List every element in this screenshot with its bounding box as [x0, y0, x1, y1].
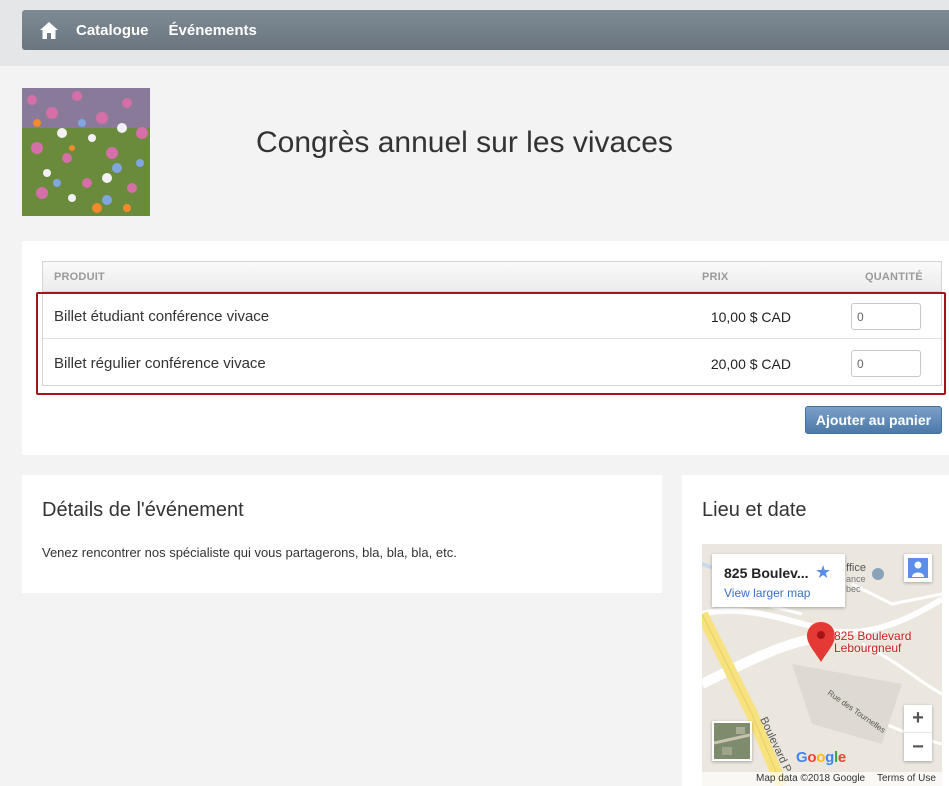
map-data-credit: Map data ©2018 Google — [756, 773, 866, 784]
event-details-panel: Détails de l'événement Venez rencontrer … — [22, 475, 662, 593]
product-price: 20,00 $ CAD — [710, 356, 791, 372]
details-heading: Détails de l'événement — [42, 499, 244, 521]
product-name: Billet étudiant conférence vivace — [54, 308, 270, 325]
map-info-box: 825 Boulev... ★ View larger map — [712, 554, 845, 607]
location-panel: Lieu et date Rue des Tournelles Boulevar… — [682, 475, 949, 786]
header-product: PRODUIT — [54, 271, 105, 283]
main-navbar: Catalogue Événements — [22, 10, 949, 50]
add-to-cart-button[interactable]: Ajouter au panier — [805, 406, 942, 434]
nav-evenements[interactable]: Événements — [169, 22, 257, 39]
svg-text:ffice: ffice — [846, 562, 866, 574]
quantity-input[interactable] — [851, 350, 921, 377]
google-logo: Google — [796, 749, 846, 766]
map-footer: Map data ©2018 Google Terms of Use — [702, 772, 942, 786]
zoom-control: + − — [904, 705, 932, 761]
nav-catalogue[interactable]: Catalogue — [76, 22, 149, 39]
page-title: Congrès annuel sur les vivaces — [256, 126, 673, 159]
map-address: 825 Boulev... — [724, 565, 809, 581]
table-row: Billet étudiant conférence vivace 10,00 … — [43, 292, 941, 339]
embedded-map[interactable]: Rue des Tournelles Boulevard P ffice anc… — [702, 544, 942, 786]
header-quantity: QUANTITÉ — [865, 271, 923, 283]
svg-text:bec: bec — [846, 584, 861, 594]
pin-label-line2: Lebourgneuf — [834, 641, 902, 655]
zoom-in-button[interactable]: + — [904, 705, 932, 733]
save-star-icon[interactable]: ★ — [815, 562, 831, 583]
street-view-pegman-icon[interactable] — [904, 554, 932, 582]
event-image — [22, 88, 150, 216]
details-text: Venez rencontrer nos spécialiste qui vou… — [42, 545, 457, 560]
svg-text:ance: ance — [846, 574, 866, 584]
map-pin-label: 825 Boulevard Lebourgneuf — [834, 630, 911, 654]
table-header: PRODUIT PRIX QUANTITÉ — [43, 262, 941, 292]
zoom-out-button[interactable]: − — [904, 733, 932, 761]
quantity-input[interactable] — [851, 303, 921, 330]
view-larger-map-link[interactable]: View larger map — [724, 586, 810, 600]
products-table: PRODUIT PRIX QUANTITÉ Billet étudiant co… — [42, 261, 942, 386]
header-price: PRIX — [702, 271, 729, 283]
product-name: Billet régulier conférence vivace — [54, 355, 266, 372]
location-heading: Lieu et date — [702, 499, 807, 521]
terms-of-use-link[interactable]: Terms of Use — [877, 773, 936, 784]
table-row: Billet régulier conférence vivace 20,00 … — [43, 339, 941, 386]
home-icon[interactable] — [39, 20, 59, 40]
product-price: 10,00 $ CAD — [710, 309, 791, 325]
satellite-toggle[interactable] — [712, 721, 752, 761]
